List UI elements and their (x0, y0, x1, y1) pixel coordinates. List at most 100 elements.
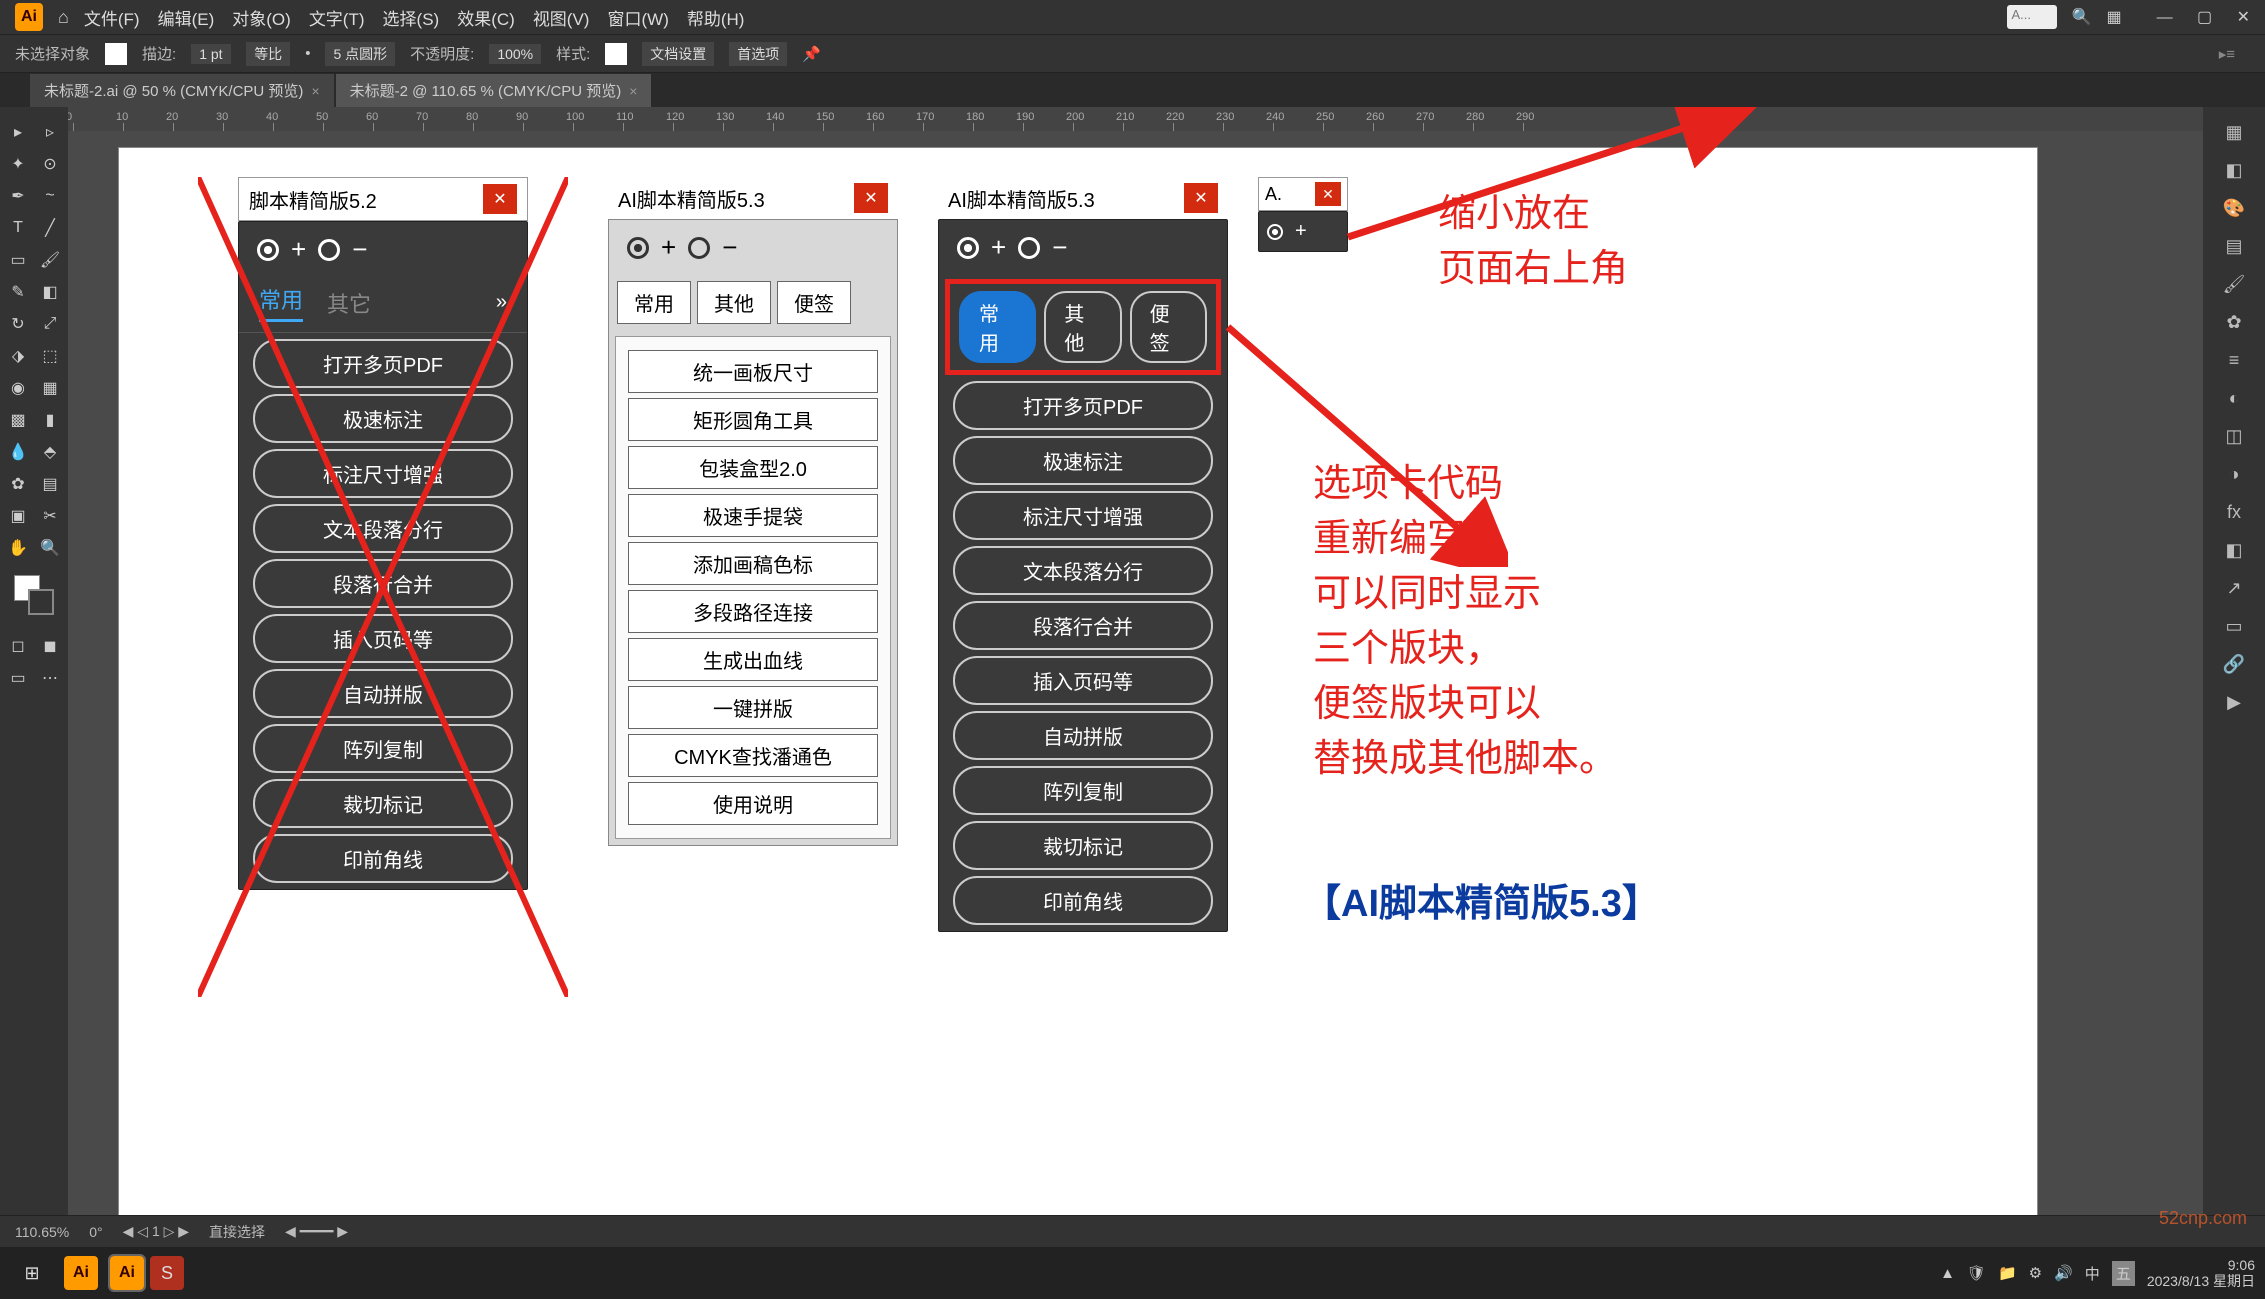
brush-tool[interactable]: 🖌 (35, 245, 65, 275)
brushes-panel-icon[interactable]: 🖌 (2217, 267, 2251, 301)
radio-off-icon[interactable] (1018, 237, 1040, 259)
script-button[interactable]: 统一画板尺寸 (628, 350, 878, 393)
play-icon[interactable]: ▶ (2217, 685, 2251, 719)
rotate-tool[interactable]: ↻ (3, 309, 33, 339)
script-button[interactable]: 段落行合并 (253, 559, 513, 608)
menu-item[interactable]: 窗口(W) (607, 10, 668, 29)
script-button[interactable]: 文本段落分行 (953, 546, 1213, 595)
selection-tool[interactable]: ▸ (3, 117, 33, 147)
panel-c-close-button[interactable]: ✕ (1184, 183, 1218, 213)
panel-c-tab-common[interactable]: 常用 (959, 291, 1036, 363)
menu-item[interactable]: 视图(V) (533, 10, 590, 29)
top-search-field[interactable]: A... (2007, 5, 2057, 29)
scale-tool[interactable]: ⤢ (35, 309, 65, 339)
artboard-nav[interactable]: ◀ ◁ 1 ▷ ▶ (123, 1223, 189, 1240)
panel-a-tab-other[interactable]: 其它 (327, 287, 371, 319)
script-button[interactable]: 印前角线 (253, 834, 513, 883)
system-clock[interactable]: 9:06 2023/8/13 星期日 (2147, 1257, 2255, 1289)
hand-tool[interactable]: ✋ (3, 533, 33, 563)
script-button[interactable]: 打开多页PDF (953, 381, 1213, 430)
search-icon[interactable]: 🔍 (2072, 7, 2092, 27)
panel-c-tab-notes[interactable]: 便签 (1130, 291, 1207, 363)
symbol-tool[interactable]: ✿ (3, 469, 33, 499)
script-button[interactable]: 插入页码等 (253, 614, 513, 663)
panel-d-close-button[interactable]: ✕ (1315, 182, 1341, 206)
corner-dropdown[interactable]: 5 点圆形 (325, 42, 395, 66)
script-button[interactable]: 矩形圆角工具 (628, 398, 878, 441)
menu-item[interactable]: 选择(S) (383, 10, 440, 29)
magic-wand-tool[interactable]: ✦ (3, 149, 33, 179)
script-button[interactable]: 阵列复制 (253, 724, 513, 773)
libraries-panel-icon[interactable]: ◧ (2217, 153, 2251, 187)
tray-icon[interactable]: ⚙ (2029, 1264, 2042, 1282)
width-tool[interactable]: ⬗ (3, 341, 33, 371)
asset-export-panel-icon[interactable]: ↗ (2217, 571, 2251, 605)
uniform-dropdown[interactable]: 等比 (246, 42, 290, 66)
color-panel-icon[interactable]: 🎨 (2217, 191, 2251, 225)
draw-mode-behind[interactable]: ◼ (35, 631, 65, 661)
script-button[interactable]: 自动拼版 (253, 669, 513, 718)
panel-a-close-button[interactable]: ✕ (483, 184, 517, 214)
chevron-right-icon[interactable]: » (496, 291, 507, 314)
panel-b-tab-notes[interactable]: 便签 (777, 281, 851, 324)
taskbar-illustrator-active-icon[interactable]: Ai (110, 1256, 144, 1290)
prefs-button[interactable]: 首选项 (729, 42, 787, 66)
eraser-tool[interactable]: ◧ (35, 277, 65, 307)
maximize-button[interactable]: ▢ (2197, 9, 2212, 26)
script-button[interactable]: 包装盒型2.0 (628, 446, 878, 489)
script-button[interactable]: 使用说明 (628, 782, 878, 825)
script-button[interactable]: 裁切标记 (253, 779, 513, 828)
appearance-panel-icon[interactable]: ◑ (2217, 457, 2251, 491)
gradient-panel-icon[interactable]: ◐ (2217, 381, 2251, 415)
radio-off-icon[interactable] (318, 239, 340, 261)
stroke-panel-icon[interactable]: ≡ (2217, 343, 2251, 377)
draw-mode-normal[interactable]: ◻ (3, 631, 33, 661)
lasso-tool[interactable]: ⊙ (35, 149, 65, 179)
graph-tool[interactable]: ▤ (35, 469, 65, 499)
script-button[interactable]: 极速标注 (953, 436, 1213, 485)
menu-item[interactable]: 帮助(H) (687, 10, 745, 29)
stroke-weight-field[interactable]: 1 pt (191, 44, 231, 64)
shaper-tool[interactable]: ✎ (3, 277, 33, 307)
direct-select-tool[interactable]: ▹ (35, 117, 65, 147)
script-button[interactable]: 插入页码等 (953, 656, 1213, 705)
script-button[interactable]: 段落行合并 (953, 601, 1213, 650)
layout-icon[interactable]: ▦ (2106, 7, 2121, 27)
line-tool[interactable]: ╱ (35, 213, 65, 243)
tray-icon[interactable]: 🛡 (1967, 1264, 1986, 1282)
stroke-color-swatch[interactable] (28, 589, 54, 615)
pin-icon[interactable]: 📌 (802, 45, 821, 63)
menu-item[interactable]: 文字(T) (309, 10, 365, 29)
script-button[interactable]: 阵列复制 (953, 766, 1213, 815)
tray-volume-icon[interactable]: 🔊 (2054, 1264, 2073, 1282)
panel-toggle-icon[interactable]: ▸≡ (2219, 45, 2235, 63)
zoom-tool[interactable]: 🔍 (35, 533, 65, 563)
edit-tools[interactable]: ⋯ (35, 663, 65, 693)
panel-b-tab-common[interactable]: 常用 (617, 281, 691, 324)
perspective-tool[interactable]: ▦ (35, 373, 65, 403)
home-icon[interactable]: ⌂ (58, 7, 69, 28)
script-button[interactable]: 一键拼版 (628, 686, 878, 729)
tray-icon[interactable]: ▲ (1940, 1265, 1955, 1282)
document-tab[interactable]: 未标题-2 @ 110.65 % (CMYK/CPU 预览)× (336, 74, 652, 107)
script-button[interactable]: 打开多页PDF (253, 339, 513, 388)
screen-mode[interactable]: ▭ (3, 663, 33, 693)
menu-item[interactable]: 编辑(E) (158, 10, 215, 29)
menu-item[interactable]: 对象(O) (232, 10, 291, 29)
radio-on-icon[interactable] (1267, 224, 1283, 240)
mesh-tool[interactable]: ▩ (3, 405, 33, 435)
tray-ime-label[interactable]: 中 (2085, 1263, 2100, 1284)
script-button[interactable]: 极速标注 (253, 394, 513, 443)
script-button[interactable]: 自动拼版 (953, 711, 1213, 760)
radio-off-icon[interactable] (688, 237, 710, 259)
layers-panel-icon[interactable]: ◧ (2217, 533, 2251, 567)
slice-tool[interactable]: ✂ (35, 501, 65, 531)
tray-ime-block[interactable]: 五 (2112, 1261, 2135, 1286)
script-button[interactable]: 多段路径连接 (628, 590, 878, 633)
menu-item[interactable]: 效果(C) (457, 10, 515, 29)
blend-tool[interactable]: ⬘ (35, 437, 65, 467)
script-button[interactable]: 标注尺寸增强 (253, 449, 513, 498)
panel-c-tab-other[interactable]: 其他 (1044, 291, 1121, 363)
shape-builder-tool[interactable]: ◉ (3, 373, 33, 403)
type-tool[interactable]: T (3, 213, 33, 243)
